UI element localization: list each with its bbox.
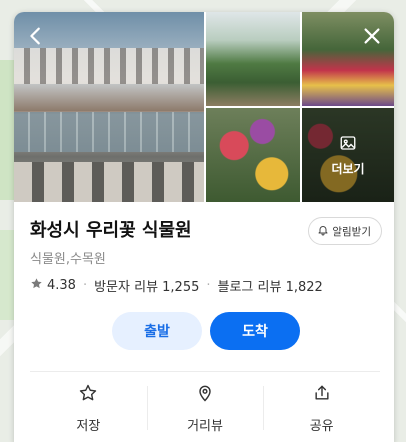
place-title: 화성시 우리꽃 식물원 bbox=[30, 220, 192, 241]
close-icon bbox=[361, 25, 383, 51]
gallery-photo[interactable] bbox=[206, 12, 300, 106]
gallery-photo[interactable] bbox=[206, 108, 300, 202]
start-button[interactable]: 출발 bbox=[112, 312, 202, 350]
street-view-button[interactable]: 거리뷰 bbox=[146, 372, 264, 442]
share-button[interactable]: 공유 bbox=[263, 372, 380, 442]
rating-value: 4.38 bbox=[47, 278, 76, 293]
arrive-button[interactable]: 도착 bbox=[210, 312, 300, 350]
chevron-left-icon bbox=[25, 25, 47, 51]
more-photos-label: 더보기 bbox=[331, 161, 365, 176]
place-category: 식물원,수목원 bbox=[30, 252, 106, 267]
place-card: 더보기 화성시 우리꽃 식물원 알림받기 식물원,수목원 4.38 · 방문자 … bbox=[14, 12, 394, 442]
visitor-reviews-link[interactable]: 방문자 리뷰 1,255 bbox=[94, 276, 199, 295]
separator-dot: · bbox=[82, 278, 88, 293]
map-park-area bbox=[0, 230, 14, 320]
star-icon bbox=[30, 277, 43, 294]
action-bar: 저장 거리뷰 공유 bbox=[30, 372, 380, 442]
more-photos-button[interactable]: 더보기 bbox=[302, 108, 394, 202]
close-button[interactable] bbox=[358, 24, 386, 52]
image-icon bbox=[339, 134, 357, 155]
location-pin-icon bbox=[195, 383, 215, 407]
street-view-label: 거리뷰 bbox=[187, 418, 223, 434]
route-buttons: 출발 도착 bbox=[112, 312, 300, 350]
photo-gallery: 더보기 bbox=[14, 12, 394, 202]
review-stats: 4.38 · 방문자 리뷰 1,255 · 블로그 리뷰 1,822 bbox=[30, 276, 323, 295]
share-label: 공유 bbox=[309, 418, 334, 434]
share-icon bbox=[312, 383, 332, 407]
back-button[interactable] bbox=[22, 24, 50, 52]
alarm-button-label: 알림받기 bbox=[332, 225, 371, 238]
save-label: 저장 bbox=[76, 418, 101, 434]
separator-dot: · bbox=[206, 278, 211, 293]
bell-icon bbox=[317, 224, 329, 239]
blog-reviews-link[interactable]: 블로그 리뷰 1,822 bbox=[218, 276, 323, 295]
star-outline-icon bbox=[78, 383, 98, 407]
alarm-button[interactable]: 알림받기 bbox=[308, 217, 382, 245]
save-button[interactable]: 저장 bbox=[30, 372, 147, 442]
